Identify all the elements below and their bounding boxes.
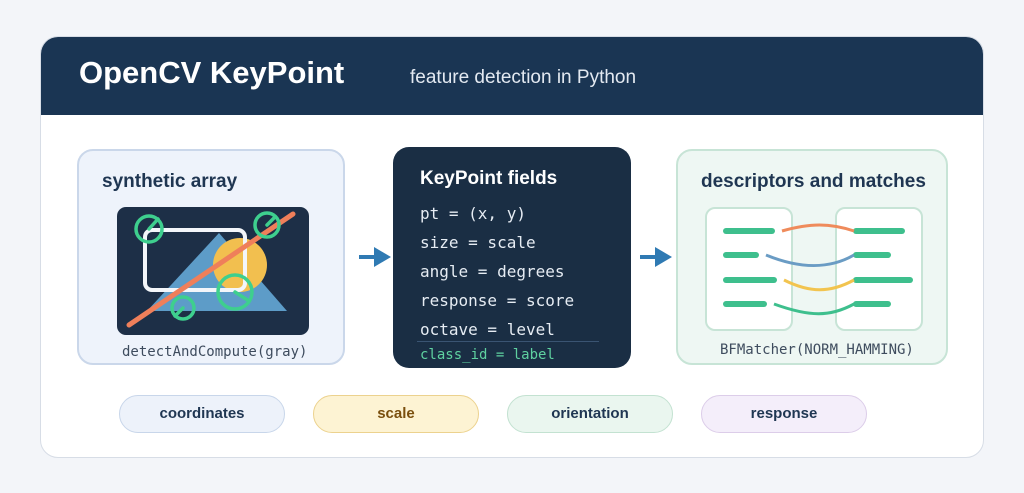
synthetic-array-panel: synthetic array detectAndCompute(gray) — [77, 149, 345, 365]
field-pt: pt = (x, y) — [420, 204, 526, 223]
descriptors-matches-caption: BFMatcher(NORM_HAMMING) — [720, 342, 914, 358]
matches-illustration — [705, 207, 923, 331]
synthetic-array-caption: detectAndCompute(gray) — [122, 344, 308, 360]
tag-orientation: orientation — [507, 395, 673, 433]
arrow-right-icon — [359, 247, 391, 267]
descriptor-box-right — [835, 207, 923, 331]
field-size: size = scale — [420, 233, 536, 252]
page-title: OpenCV KeyPoint — [79, 55, 345, 90]
keypoint-fields-panel: KeyPoint fields pt = (x, y) size = scale… — [393, 147, 631, 368]
tag-scale: scale — [313, 395, 479, 433]
main-card: OpenCV KeyPoint feature detection in Pyt… — [40, 36, 984, 458]
arrow-right-icon — [640, 247, 672, 267]
synthetic-array-title: synthetic array — [102, 171, 238, 192]
descriptors-matches-panel: descriptors and matches BFMatcher(NORM_H… — [676, 149, 948, 365]
keypoint-fields-title: KeyPoint fields — [420, 168, 558, 189]
header-bar: OpenCV KeyPoint feature detection in Pyt… — [41, 37, 983, 115]
field-response: response = score — [420, 291, 575, 310]
field-class-id: class_id = label — [420, 347, 555, 363]
tag-response: response — [701, 395, 867, 433]
field-angle: angle = degrees — [420, 262, 565, 281]
synthetic-image-illustration — [117, 207, 309, 335]
page-subtitle: feature detection in Python — [410, 67, 637, 88]
descriptor-box-left — [705, 207, 793, 331]
field-divider — [417, 341, 599, 342]
tag-coordinates: coordinates — [119, 395, 285, 433]
descriptors-matches-title: descriptors and matches — [701, 171, 926, 192]
field-octave: octave = level — [420, 320, 555, 339]
